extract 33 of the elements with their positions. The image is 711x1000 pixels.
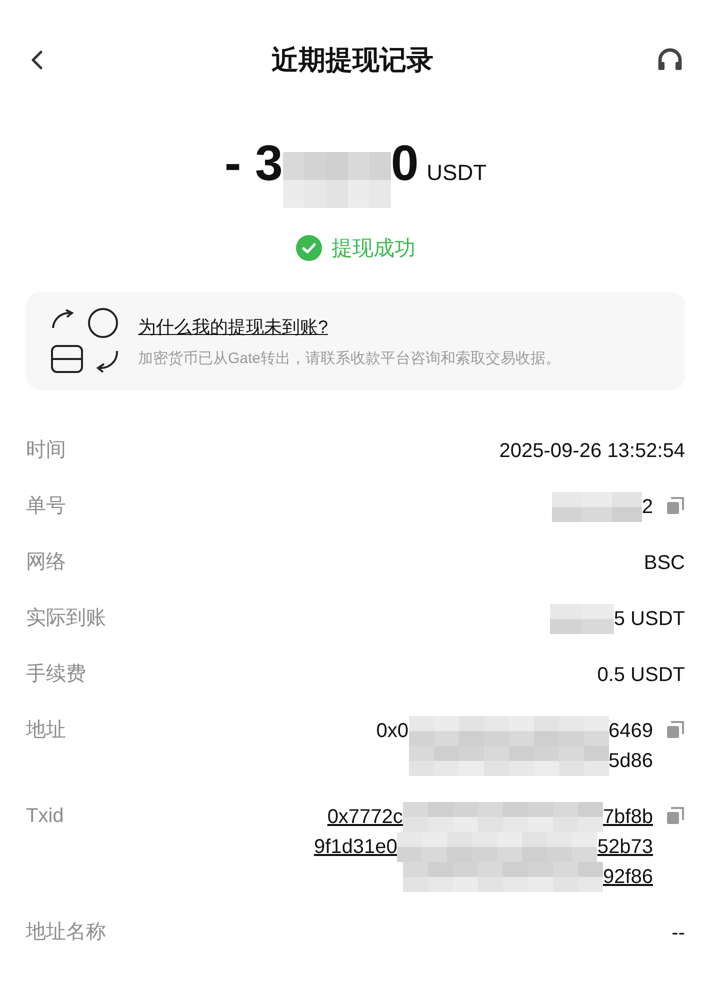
detail-value: 0.5 USDT: [597, 663, 685, 688]
txid-link[interactable]: 9f1d31e0: [314, 832, 398, 862]
detail-value: --: [672, 921, 685, 946]
page-title: 近期提现记录: [272, 44, 434, 77]
detail-value: 6469: [608, 719, 653, 744]
txid-link[interactable]: 92f86: [602, 862, 653, 892]
txid-link[interactable]: 52b73: [597, 832, 653, 862]
txid-link[interactable]: 0x7772c: [327, 802, 403, 832]
detail-label: Txid: [26, 804, 64, 829]
txid-link[interactable]: 7bf8b: [602, 802, 653, 832]
detail-label: 单号: [26, 494, 66, 519]
help-link[interactable]: 为什么我的提现未到账?: [138, 314, 561, 338]
amount-text: - 3: [224, 134, 283, 192]
copy-icon[interactable]: [665, 806, 685, 826]
detail-value: 5d86: [608, 749, 653, 774]
currency-unit: USDT: [426, 160, 487, 186]
detail-value: 0x0: [376, 719, 408, 744]
exchange-drawing: [50, 308, 120, 374]
detail-label: 实际到账: [26, 606, 106, 631]
detail-value: 2025-09-26 13:52:54: [499, 439, 685, 464]
detail-label: 网络: [26, 550, 66, 575]
detail-value: 2: [642, 495, 653, 520]
detail-value: BSC: [644, 551, 685, 576]
copy-icon[interactable]: [665, 720, 685, 740]
detail-label: 时间: [26, 438, 66, 463]
status-text: 提现成功: [332, 236, 416, 262]
notice-text: 加密货币已从Gate转出，请联系收款平台咨询和索取交易收据。: [138, 348, 561, 368]
detail-label: 地址名称: [26, 920, 106, 945]
copy-icon[interactable]: [665, 496, 685, 516]
detail-value: 5 USDT: [614, 607, 685, 632]
detail-label: 手续费: [26, 662, 86, 687]
detail-label: 地址: [26, 718, 66, 743]
amount-text: 0: [390, 134, 419, 192]
